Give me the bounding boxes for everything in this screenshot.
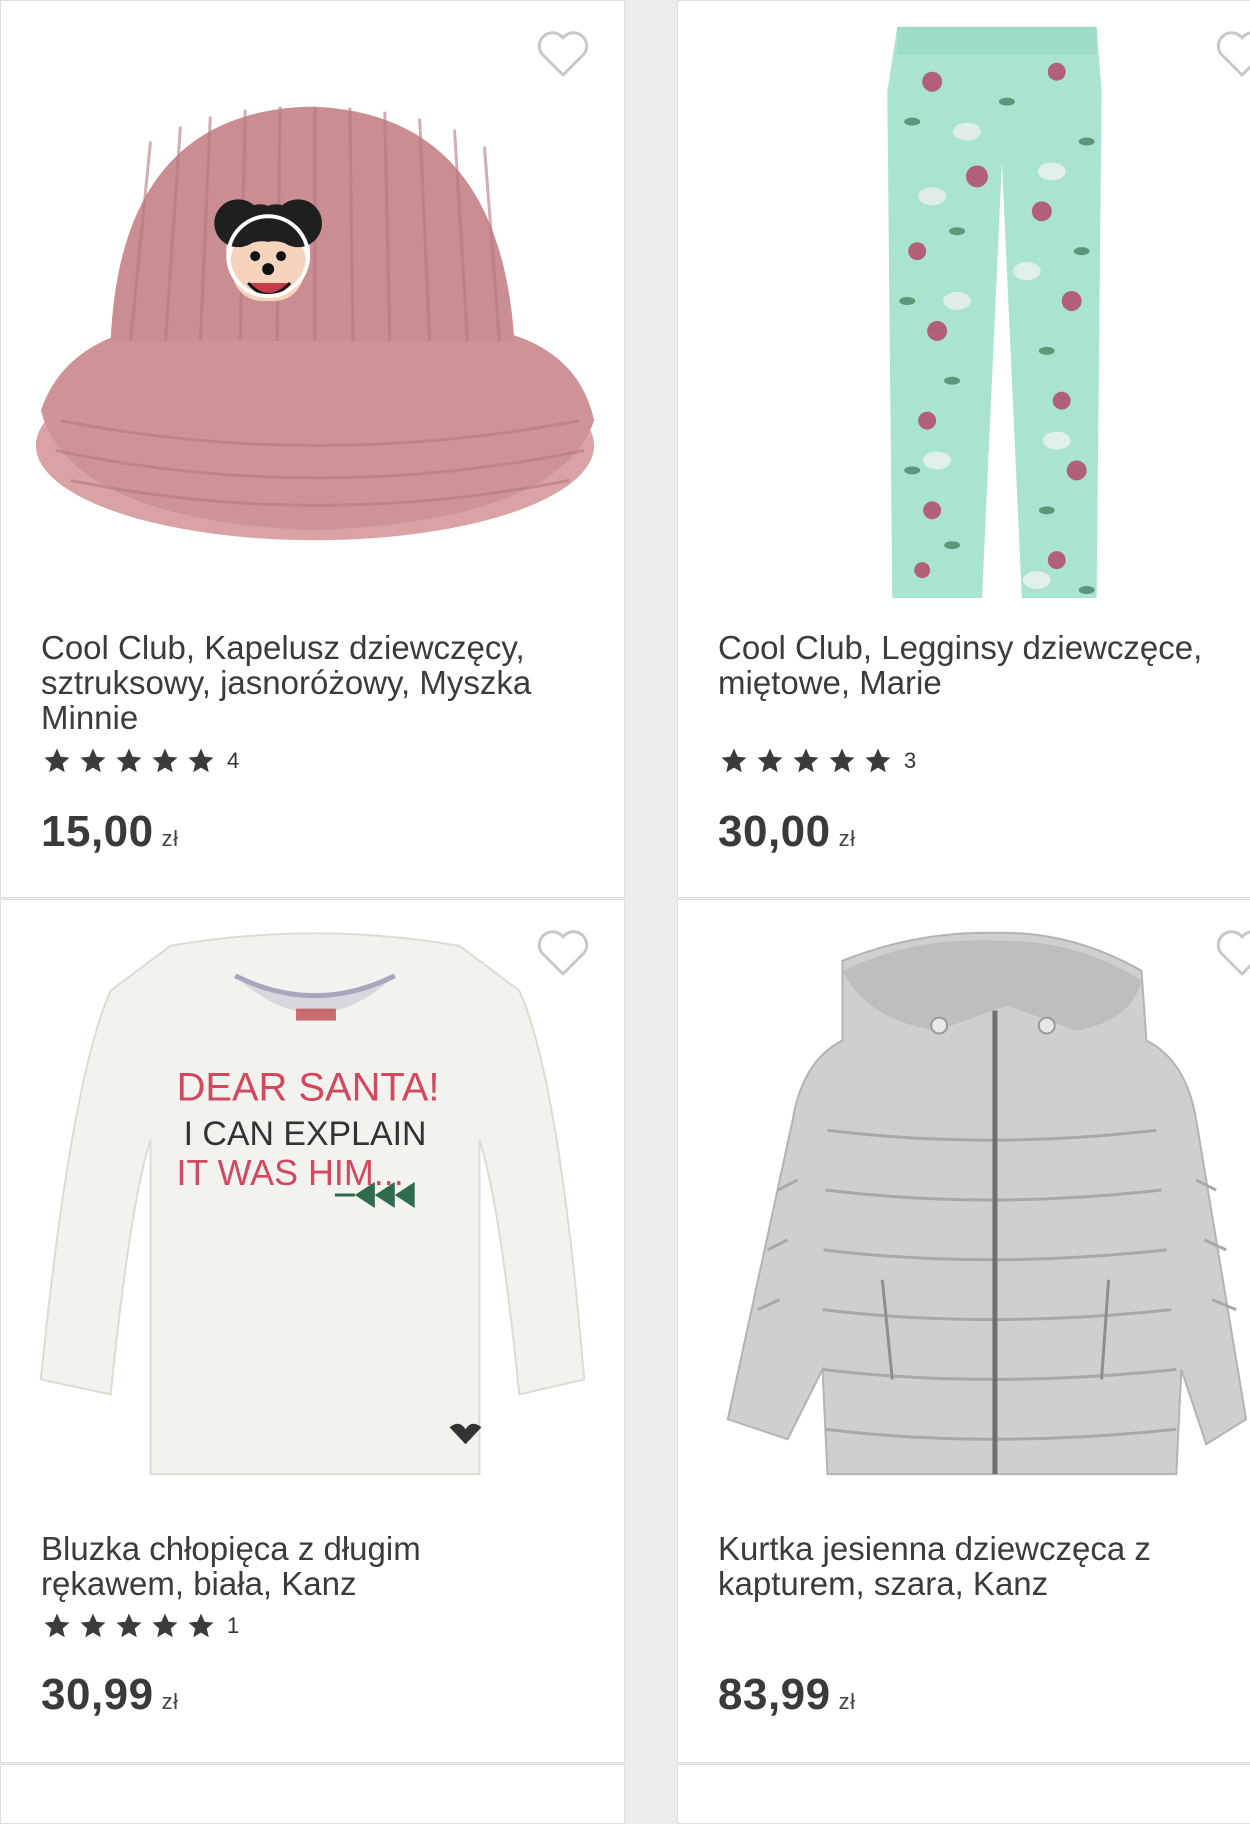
product-card[interactable]: DEAR SANTA! I CAN EXPLAIN IT WAS HIM... … — [0, 899, 625, 1763]
product-image-bucket-hat[interactable] — [1, 1, 624, 601]
product-image-puffer-jacket[interactable] — [678, 900, 1250, 1500]
product-card[interactable] — [677, 1764, 1250, 1824]
rating-stars — [41, 1611, 217, 1641]
product-image-longsleeve-shirt[interactable]: DEAR SANTA! I CAN EXPLAIN IT WAS HIM... — [1, 900, 624, 1500]
product-price: 15,00 zł — [41, 807, 179, 857]
price-currency: zł — [838, 1689, 856, 1714]
rating-count: 1 — [227, 1613, 240, 1638]
star-icon — [188, 1613, 214, 1638]
price-currency: zł — [161, 826, 179, 851]
favorite-heart-icon[interactable] — [536, 29, 590, 79]
price-currency: zł — [838, 826, 856, 851]
product-rating: 1 — [41, 1611, 239, 1641]
rating-count: 4 — [227, 748, 240, 773]
price-value: 30,99 — [41, 1670, 154, 1719]
product-card[interactable]: Cool Club, Legginsy dziewczęce, miętowe,… — [677, 0, 1250, 898]
product-card[interactable] — [0, 1764, 625, 1824]
star-icon — [757, 748, 783, 773]
price-value: 30,00 — [718, 807, 831, 856]
shirt-print-line-1: DEAR SANTA! — [177, 1065, 440, 1109]
star-icon — [152, 748, 178, 773]
favorite-heart-icon[interactable] — [536, 928, 590, 978]
rating-stars — [718, 746, 894, 776]
rating-count: 3 — [904, 748, 917, 773]
star-icon — [80, 748, 106, 773]
star-icon — [721, 748, 747, 773]
favorite-heart-icon[interactable] — [1215, 928, 1250, 978]
product-rating: 3 — [718, 746, 916, 776]
rating-stars — [41, 746, 217, 776]
star-icon — [188, 748, 214, 773]
product-card[interactable]: Cool Club, Kapelusz dziewczęcy, sztrukso… — [0, 0, 625, 898]
star-icon — [829, 748, 855, 773]
favorite-heart-icon[interactable] — [1215, 29, 1250, 79]
product-rating: 4 — [41, 746, 239, 776]
product-card[interactable]: Kurtka jesienna dziewczęca z kapturem, s… — [677, 899, 1250, 1763]
star-icon — [793, 748, 819, 773]
shirt-print-line-2: I CAN EXPLAIN — [184, 1115, 427, 1153]
star-icon — [80, 1613, 106, 1638]
star-icon — [152, 1613, 178, 1638]
product-title[interactable]: Cool Club, Kapelusz dziewczęcy, sztrukso… — [41, 630, 601, 735]
product-title[interactable]: Cool Club, Legginsy dziewczęce, miętowe,… — [718, 630, 1238, 700]
star-icon — [116, 748, 142, 773]
star-icon — [44, 748, 70, 773]
product-price: 30,00 zł — [718, 807, 856, 857]
product-title[interactable]: Kurtka jesienna dziewczęca z kapturem, s… — [718, 1531, 1218, 1601]
product-price: 30,99 zł — [41, 1670, 179, 1720]
price-value: 83,99 — [718, 1670, 831, 1719]
price-value: 15,00 — [41, 807, 154, 856]
star-icon — [865, 748, 891, 773]
star-icon — [44, 1613, 70, 1638]
product-image-leggings[interactable] — [678, 1, 1250, 601]
product-title[interactable]: Bluzka chłopięca z długim rękawem, biała… — [41, 1531, 521, 1601]
star-icon — [116, 1613, 142, 1638]
price-currency: zł — [161, 1689, 179, 1714]
product-price: 83,99 zł — [718, 1670, 856, 1720]
